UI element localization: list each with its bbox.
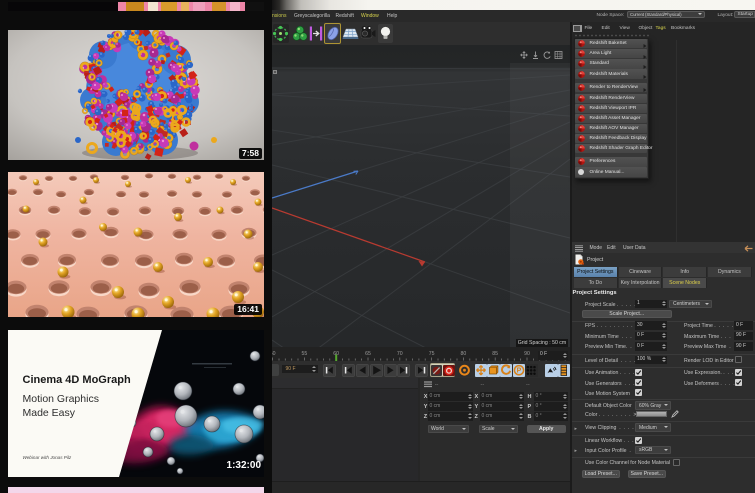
svg-text:65: 65	[365, 351, 371, 357]
svg-text:80: 80	[461, 351, 467, 357]
svg-text:50: 50	[272, 351, 276, 357]
svg-text:P: P	[516, 368, 521, 375]
svg-text:55: 55	[302, 351, 308, 357]
svg-text:85: 85	[492, 351, 498, 357]
svg-text:70: 70	[397, 351, 403, 357]
svg-text:60: 60	[333, 351, 339, 357]
svg-text:90: 90	[524, 351, 530, 357]
svg-text:75: 75	[429, 351, 435, 357]
